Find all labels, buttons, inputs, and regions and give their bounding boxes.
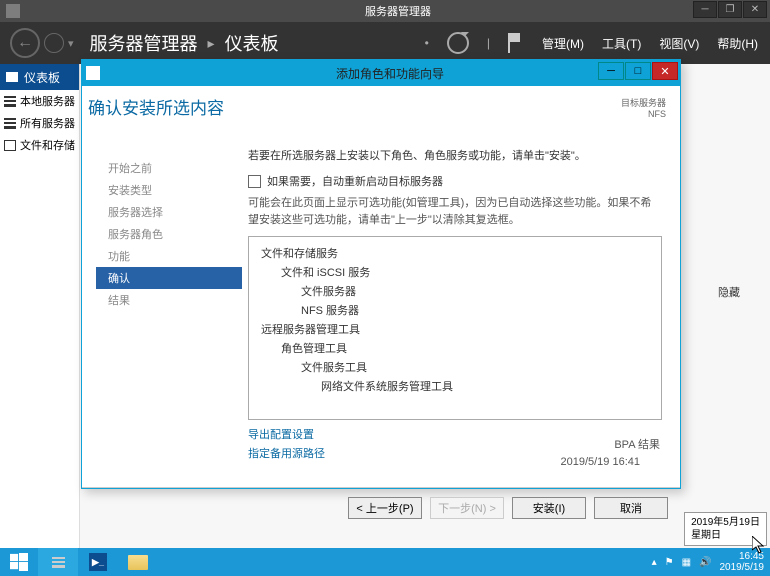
taskbar-clock[interactable]: 16:45 2019/5/19 (720, 551, 765, 573)
tree-item: 角色管理工具 (281, 340, 651, 356)
app-icon (6, 4, 20, 18)
menu-view[interactable]: 视图(V) (659, 35, 699, 52)
window-title: 服务器管理器 (365, 3, 431, 19)
menu-help[interactable]: 帮助(H) (717, 35, 758, 52)
sidebar-header[interactable]: 仪表板 (0, 64, 79, 90)
tree-item: 文件和存储服务 (261, 245, 651, 261)
wizard-step: 结果 (96, 289, 242, 311)
wizard-step[interactable]: 功能 (96, 245, 242, 267)
app-header: ← ▾ 服务器管理器 ▸ 仪表板 • | 管理(M) 工具(T) 视图(V) 帮… (0, 22, 770, 64)
wizard-window: 添加角色和功能向导 ─ □ ✕ 目标服务器 NFS 确认安装所选内容 开始之前安… (81, 59, 681, 489)
wizard-footer: < 上一步(P) 下一步(N) > 安装(I) 取消 (82, 487, 680, 527)
close-button[interactable]: ✕ (743, 1, 767, 18)
powershell-icon: ▶_ (89, 553, 107, 571)
refresh-icon[interactable] (447, 32, 469, 54)
next-button: 下一步(N) > (430, 497, 504, 519)
servers-icon (4, 118, 16, 129)
mouse-cursor-icon (752, 536, 766, 554)
sidebar-item-file[interactable]: 文件和存储 (0, 134, 79, 156)
tree-item: 远程服务器管理工具 (261, 321, 651, 337)
restart-checkbox-label: 如果需要，自动重新启动目标服务器 (267, 173, 443, 189)
wizard-step[interactable]: 安装类型 (96, 179, 242, 201)
wizard-minimize-button[interactable]: ─ (598, 62, 624, 80)
wizard-step[interactable]: 确认 (96, 267, 242, 289)
breadcrumb-root[interactable]: 服务器管理器 (90, 30, 198, 56)
wizard-icon (86, 66, 100, 80)
sidebar-item-local[interactable]: 本地服务器 (0, 90, 79, 112)
tree-item: 文件和 iSCSI 服务 (281, 264, 651, 280)
export-config-link[interactable]: 导出配置设置 (248, 426, 662, 442)
tree-item: 文件服务器 (301, 283, 651, 299)
target-server-label: 目标服务器 NFS (621, 96, 666, 119)
menu-tools[interactable]: 工具(T) (602, 35, 641, 52)
server-manager-icon (52, 557, 65, 568)
note-text: 可能会在此页面上显示可选功能(如管理工具)，因为已自动选择这些功能。如果不希望安… (248, 195, 662, 228)
tray-sound-icon[interactable]: 🔊 (699, 557, 711, 568)
tray-network-icon[interactable]: ▦ (682, 557, 691, 568)
wizard-step[interactable]: 开始之前 (96, 157, 242, 179)
server-icon (4, 96, 16, 107)
start-button[interactable] (0, 548, 38, 576)
window-titlebar: 服务器管理器 ─ ❐ ✕ (0, 0, 770, 22)
wizard-close-button[interactable]: ✕ (652, 62, 678, 80)
file-icon (4, 140, 16, 151)
breadcrumb-leaf[interactable]: 仪表板 (225, 30, 279, 56)
tree-item: NFS 服务器 (301, 302, 651, 318)
menu-manage[interactable]: 管理(M) (542, 35, 584, 52)
taskbar: ▶_ ▴ ⚑ ▦ 🔊 16:45 2019/5/19 (0, 548, 770, 576)
wizard-step[interactable]: 服务器角色 (96, 223, 242, 245)
nav-forward-button[interactable] (44, 33, 64, 53)
wizard-steps: 开始之前安装类型服务器选择服务器角色功能确认结果 (82, 125, 242, 487)
bpa-timestamp: 2019/5/19 16:41 (560, 456, 640, 468)
wizard-maximize-button[interactable]: □ (625, 62, 651, 80)
maximize-button[interactable]: ❐ (718, 1, 742, 18)
tree-item: 网络文件系统服务管理工具 (321, 378, 651, 394)
notifications-icon[interactable] (508, 33, 524, 53)
install-button[interactable]: 安装(I) (512, 497, 586, 519)
taskbar-powershell[interactable]: ▶_ (78, 548, 118, 576)
breadcrumb-separator-icon: ▸ (208, 35, 215, 52)
wizard-title: 添加角色和功能向导 (336, 65, 444, 82)
selection-tree[interactable]: 文件和存储服务文件和 iSCSI 服务文件服务器 NFS 服务器远程服务器管理工具… (248, 236, 662, 420)
restart-checkbox[interactable] (248, 175, 261, 188)
wizard-step[interactable]: 服务器选择 (96, 201, 242, 223)
folder-icon (128, 555, 148, 570)
intro-text: 若要在所选服务器上安装以下角色、角色服务或功能，请单击"安装"。 (248, 147, 662, 163)
bpa-title: BPA 结果 (614, 436, 660, 452)
dashboard-icon (6, 72, 18, 82)
sidebar-item-all[interactable]: 所有服务器 (0, 112, 79, 134)
wizard-titlebar[interactable]: 添加角色和功能向导 ─ □ ✕ (82, 60, 680, 86)
tray-up-icon[interactable]: ▴ (652, 557, 657, 568)
hide-button[interactable]: 隐藏 (718, 284, 740, 300)
minimize-button[interactable]: ─ (693, 1, 717, 18)
taskbar-server-manager[interactable] (38, 548, 78, 576)
cancel-button[interactable]: 取消 (594, 497, 668, 519)
windows-icon (10, 553, 28, 571)
sidebar: 仪表板 本地服务器 所有服务器 文件和存储 (0, 64, 80, 558)
taskbar-explorer[interactable] (118, 548, 158, 576)
nav-back-button[interactable]: ← (10, 28, 40, 58)
previous-button[interactable]: < 上一步(P) (348, 497, 422, 519)
tray-flag-icon[interactable]: ⚑ (665, 557, 674, 568)
tree-item: 文件服务工具 (301, 359, 651, 375)
wizard-heading: 确认安装所选内容 (82, 86, 680, 125)
